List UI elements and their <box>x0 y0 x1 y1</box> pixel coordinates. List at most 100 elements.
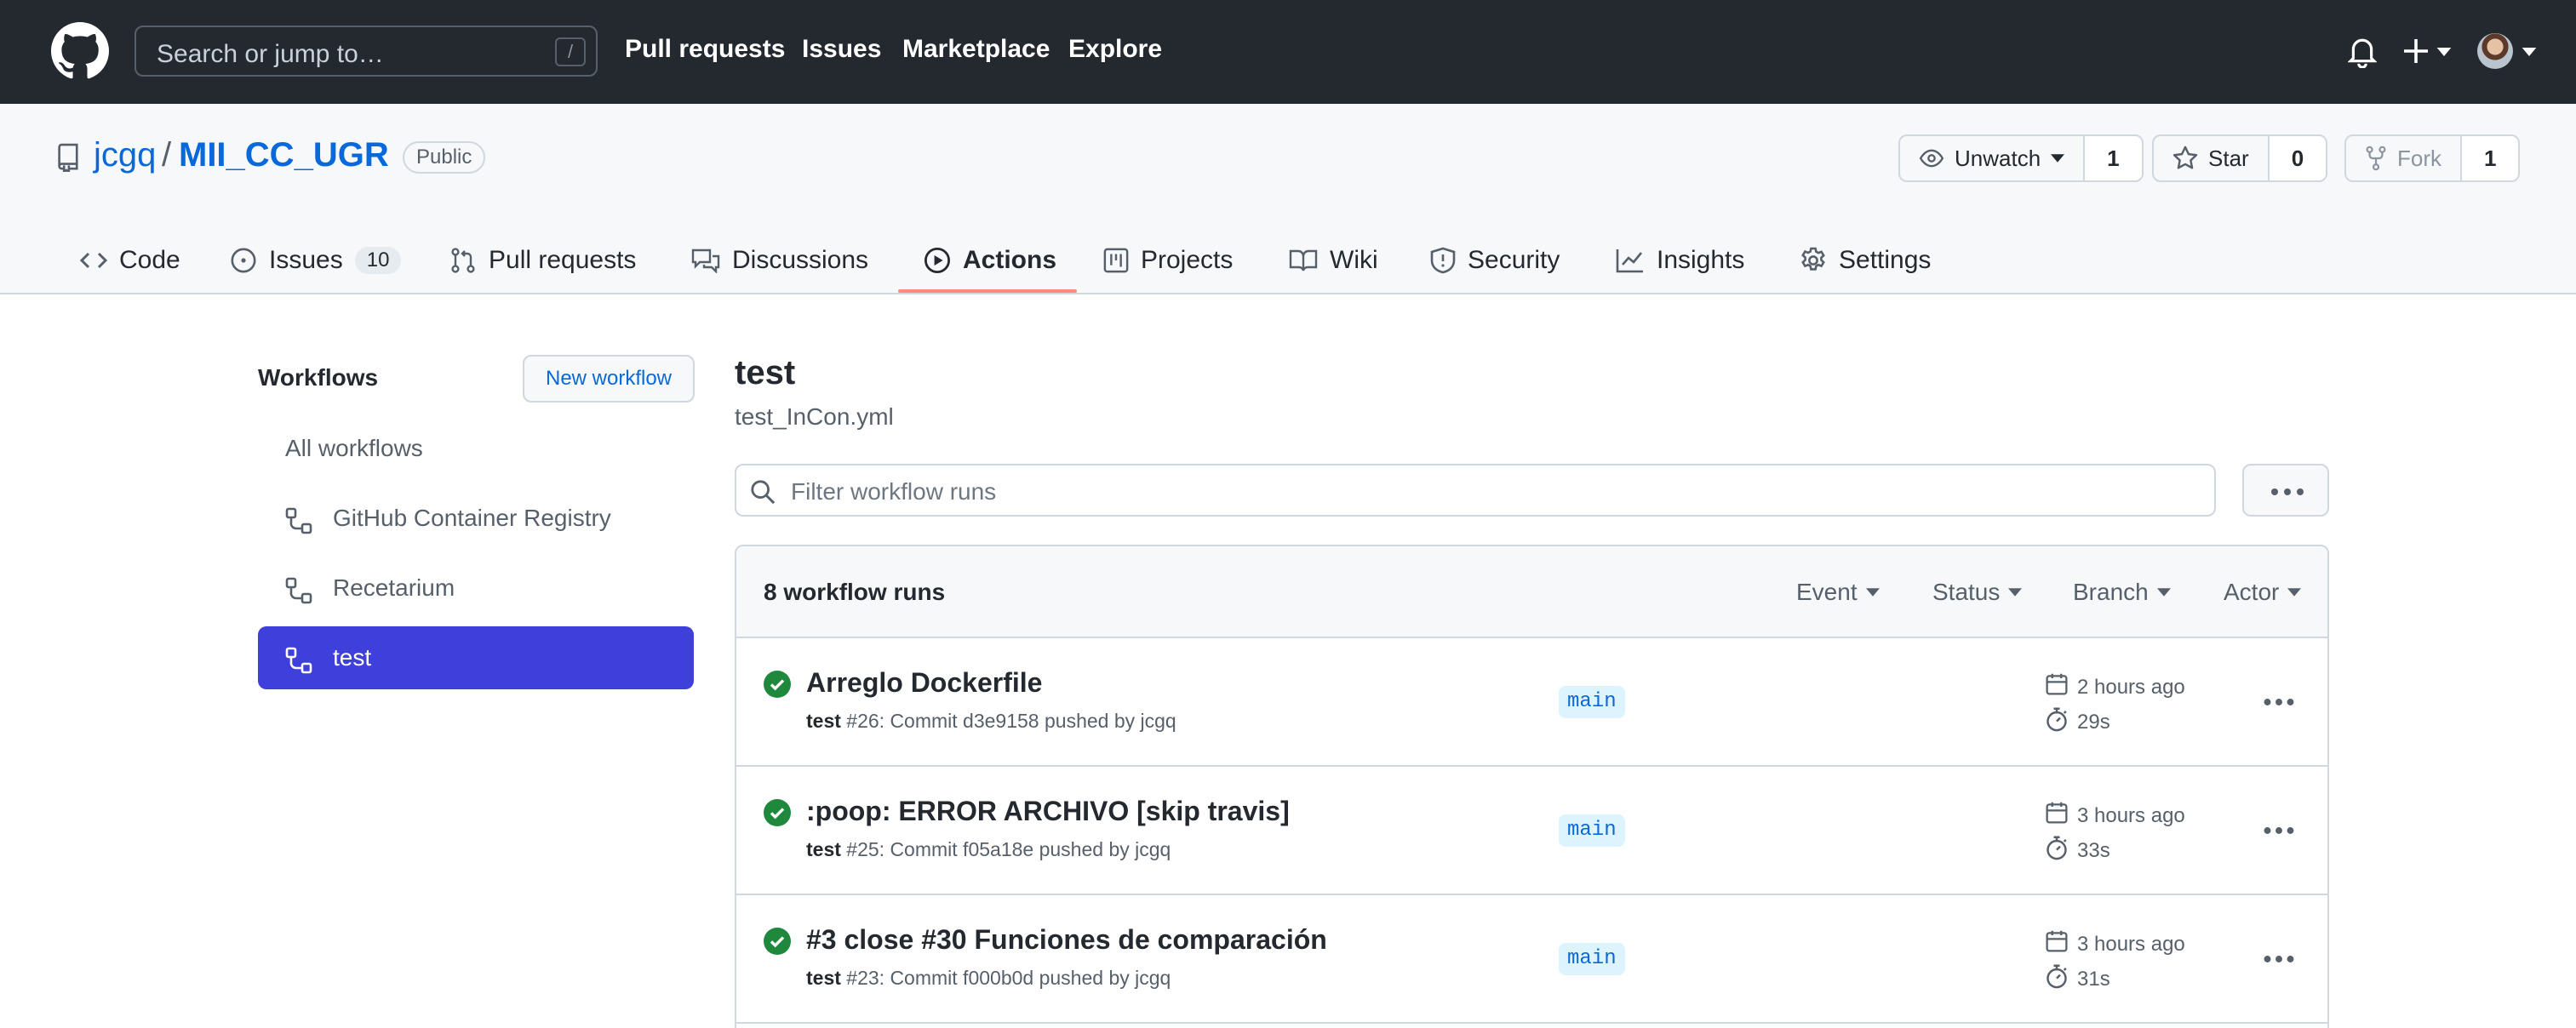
tab-pull-requests[interactable]: Pull requests <box>449 226 636 294</box>
branch-badge[interactable]: main <box>1559 686 1625 718</box>
run-title-link[interactable]: :poop: ERROR ARCHIVO [skip travis] <box>806 796 1290 827</box>
nav-marketplace[interactable]: Marketplace <box>902 35 1050 64</box>
repo-owner-link[interactable]: jcgq <box>94 136 156 174</box>
sidebar-item-recetarium[interactable]: Recetarium <box>258 557 694 620</box>
github-logo-icon[interactable] <box>51 22 109 80</box>
new-workflow-button[interactable]: New workflow <box>523 355 695 403</box>
filter-placeholder: Filter workflow runs <box>791 478 997 505</box>
sidebar-item-label: GitHub Container Registry <box>333 505 611 531</box>
filter-branch-dropdown[interactable]: Branch <box>2073 579 2171 606</box>
tab-actions[interactable]: Actions <box>924 226 1056 294</box>
sidebar-item-github-container-registry[interactable]: GitHub Container Registry <box>258 487 694 550</box>
workflow-file-link[interactable]: test_InCon.yml <box>735 403 894 431</box>
visibility-badge: Public <box>403 141 486 174</box>
check-circle-icon <box>764 928 791 955</box>
unwatch-button[interactable]: Unwatch <box>1900 136 2083 180</box>
sidebar-title: Workflows <box>258 364 379 391</box>
watch-button-group: Unwatch 1 <box>1898 134 2144 182</box>
stopwatch-icon <box>2046 707 2067 732</box>
filter-label: Branch <box>2073 579 2149 605</box>
issues-count-badge: 10 <box>354 247 402 274</box>
run-workflow-name: test <box>806 838 841 860</box>
sidebar-item-all-workflows[interactable]: All workflows <box>258 417 694 480</box>
filter-label: Event <box>1796 579 1858 605</box>
nav-explore[interactable]: Explore <box>1068 35 1162 64</box>
sidebar-item-test[interactable]: test <box>258 626 694 689</box>
workflow-run-row[interactable]: #3 close #30 Funciones de comparación te… <box>736 895 2327 1024</box>
forks-count[interactable]: 1 <box>2460 136 2519 180</box>
filter-label: Status <box>1932 579 2001 605</box>
workflow-runs-list: 8 workflow runs Event Status Branch Acto… <box>735 545 2329 1028</box>
repo-icon <box>58 143 78 172</box>
run-time: 3 hours ago <box>2077 804 2185 827</box>
star-button-group: Star 0 <box>2152 134 2328 182</box>
sidebar-item-label: All workflows <box>285 435 423 461</box>
tab-insights[interactable]: Insights <box>1616 226 1744 294</box>
graph-icon <box>1616 249 1643 273</box>
stargazers-count[interactable]: 0 <box>2267 136 2327 180</box>
avatar <box>2477 33 2513 69</box>
unwatch-label: Unwatch <box>1955 145 2041 171</box>
run-duration: 31s <box>2077 968 2110 991</box>
tab-code[interactable]: Code <box>80 226 180 294</box>
run-subtitle: test #23: Commit f000b0d pushed by jcgq <box>806 967 1171 990</box>
run-workflow-name: test <box>806 710 841 732</box>
watchers-count[interactable]: 1 <box>2083 136 2142 180</box>
workflow-menu-button[interactable] <box>2242 464 2329 517</box>
project-icon <box>1103 248 1129 273</box>
workflow-icon <box>285 507 312 534</box>
calendar-icon <box>2046 673 2068 695</box>
plus-icon <box>2404 39 2428 63</box>
run-subtitle: test #26: Commit d3e9158 pushed by jcgq <box>806 710 1176 733</box>
tab-label: Pull requests <box>489 246 637 274</box>
run-title-link[interactable]: Arreglo Dockerfile <box>806 667 1042 699</box>
tab-issues[interactable]: Issues 10 <box>230 226 402 294</box>
branch-badge[interactable]: main <box>1559 814 1625 847</box>
star-button[interactable]: Star <box>2154 136 2268 180</box>
run-workflow-name: test <box>806 967 841 989</box>
filter-event-dropdown[interactable]: Event <box>1796 579 1880 606</box>
workflow-run-row[interactable]: :poop: ERROR ARCHIVO [skip travis] test … <box>736 767 2327 895</box>
bell-icon[interactable] <box>2348 34 2377 68</box>
tab-label: Insights <box>1657 246 1745 274</box>
stopwatch-icon <box>2046 964 2067 989</box>
repo-path-separator: / <box>162 136 172 174</box>
tab-label: Projects <box>1141 246 1234 274</box>
tab-security[interactable]: Security <box>1430 226 1560 294</box>
branch-badge[interactable]: main <box>1559 943 1625 975</box>
chevron-down-icon <box>2436 48 2452 56</box>
sidebar-item-label: test <box>333 644 372 671</box>
global-search-input[interactable]: Search or jump to… / <box>135 26 598 77</box>
run-title-link[interactable]: #3 close #30 Funciones de comparación <box>806 924 1327 956</box>
kebab-icon <box>2271 488 2304 495</box>
tab-label: Actions <box>963 246 1057 274</box>
nav-issues[interactable]: Issues <box>802 35 881 64</box>
tab-projects[interactable]: Projects <box>1103 226 1233 294</box>
filter-status-dropdown[interactable]: Status <box>1932 579 2023 606</box>
kebab-icon[interactable] <box>2264 955 2294 963</box>
filter-actor-dropdown[interactable]: Actor <box>2224 579 2302 606</box>
repo-name-link[interactable]: MII_CC_UGR <box>179 136 389 174</box>
sidebar-item-label: Recetarium <box>333 574 455 601</box>
tab-wiki[interactable]: Wiki <box>1289 226 1378 294</box>
kebab-icon[interactable] <box>2264 826 2294 835</box>
workflow-run-row[interactable]: Arreglo Dockerfile test #26: Commit d3e9… <box>736 638 2327 767</box>
tab-label: Code <box>119 246 180 274</box>
code-icon <box>80 252 107 269</box>
book-icon <box>1289 249 1318 271</box>
tab-discussions[interactable]: Discussions <box>691 226 868 294</box>
search-shortcut-hint: / <box>555 37 586 66</box>
run-subtitle: test #25: Commit f05a18e pushed by jcgq <box>806 838 1171 861</box>
repo-tabs: Code Issues 10 Pull requests Discussions <box>0 226 2576 294</box>
tab-label: Issues <box>269 246 343 274</box>
play-icon <box>924 247 951 274</box>
fork-button[interactable]: Fork <box>2346 136 2460 180</box>
workflow-title: test <box>735 354 796 391</box>
nav-pull-requests[interactable]: Pull requests <box>625 35 785 64</box>
kebab-icon[interactable] <box>2264 698 2294 706</box>
tab-label: Discussions <box>732 246 869 274</box>
pull-request-icon <box>451 248 475 273</box>
tab-settings[interactable]: Settings <box>1800 226 1931 294</box>
workflow-icon <box>285 647 312 674</box>
filter-workflow-runs-input[interactable]: Filter workflow runs <box>735 464 2216 517</box>
